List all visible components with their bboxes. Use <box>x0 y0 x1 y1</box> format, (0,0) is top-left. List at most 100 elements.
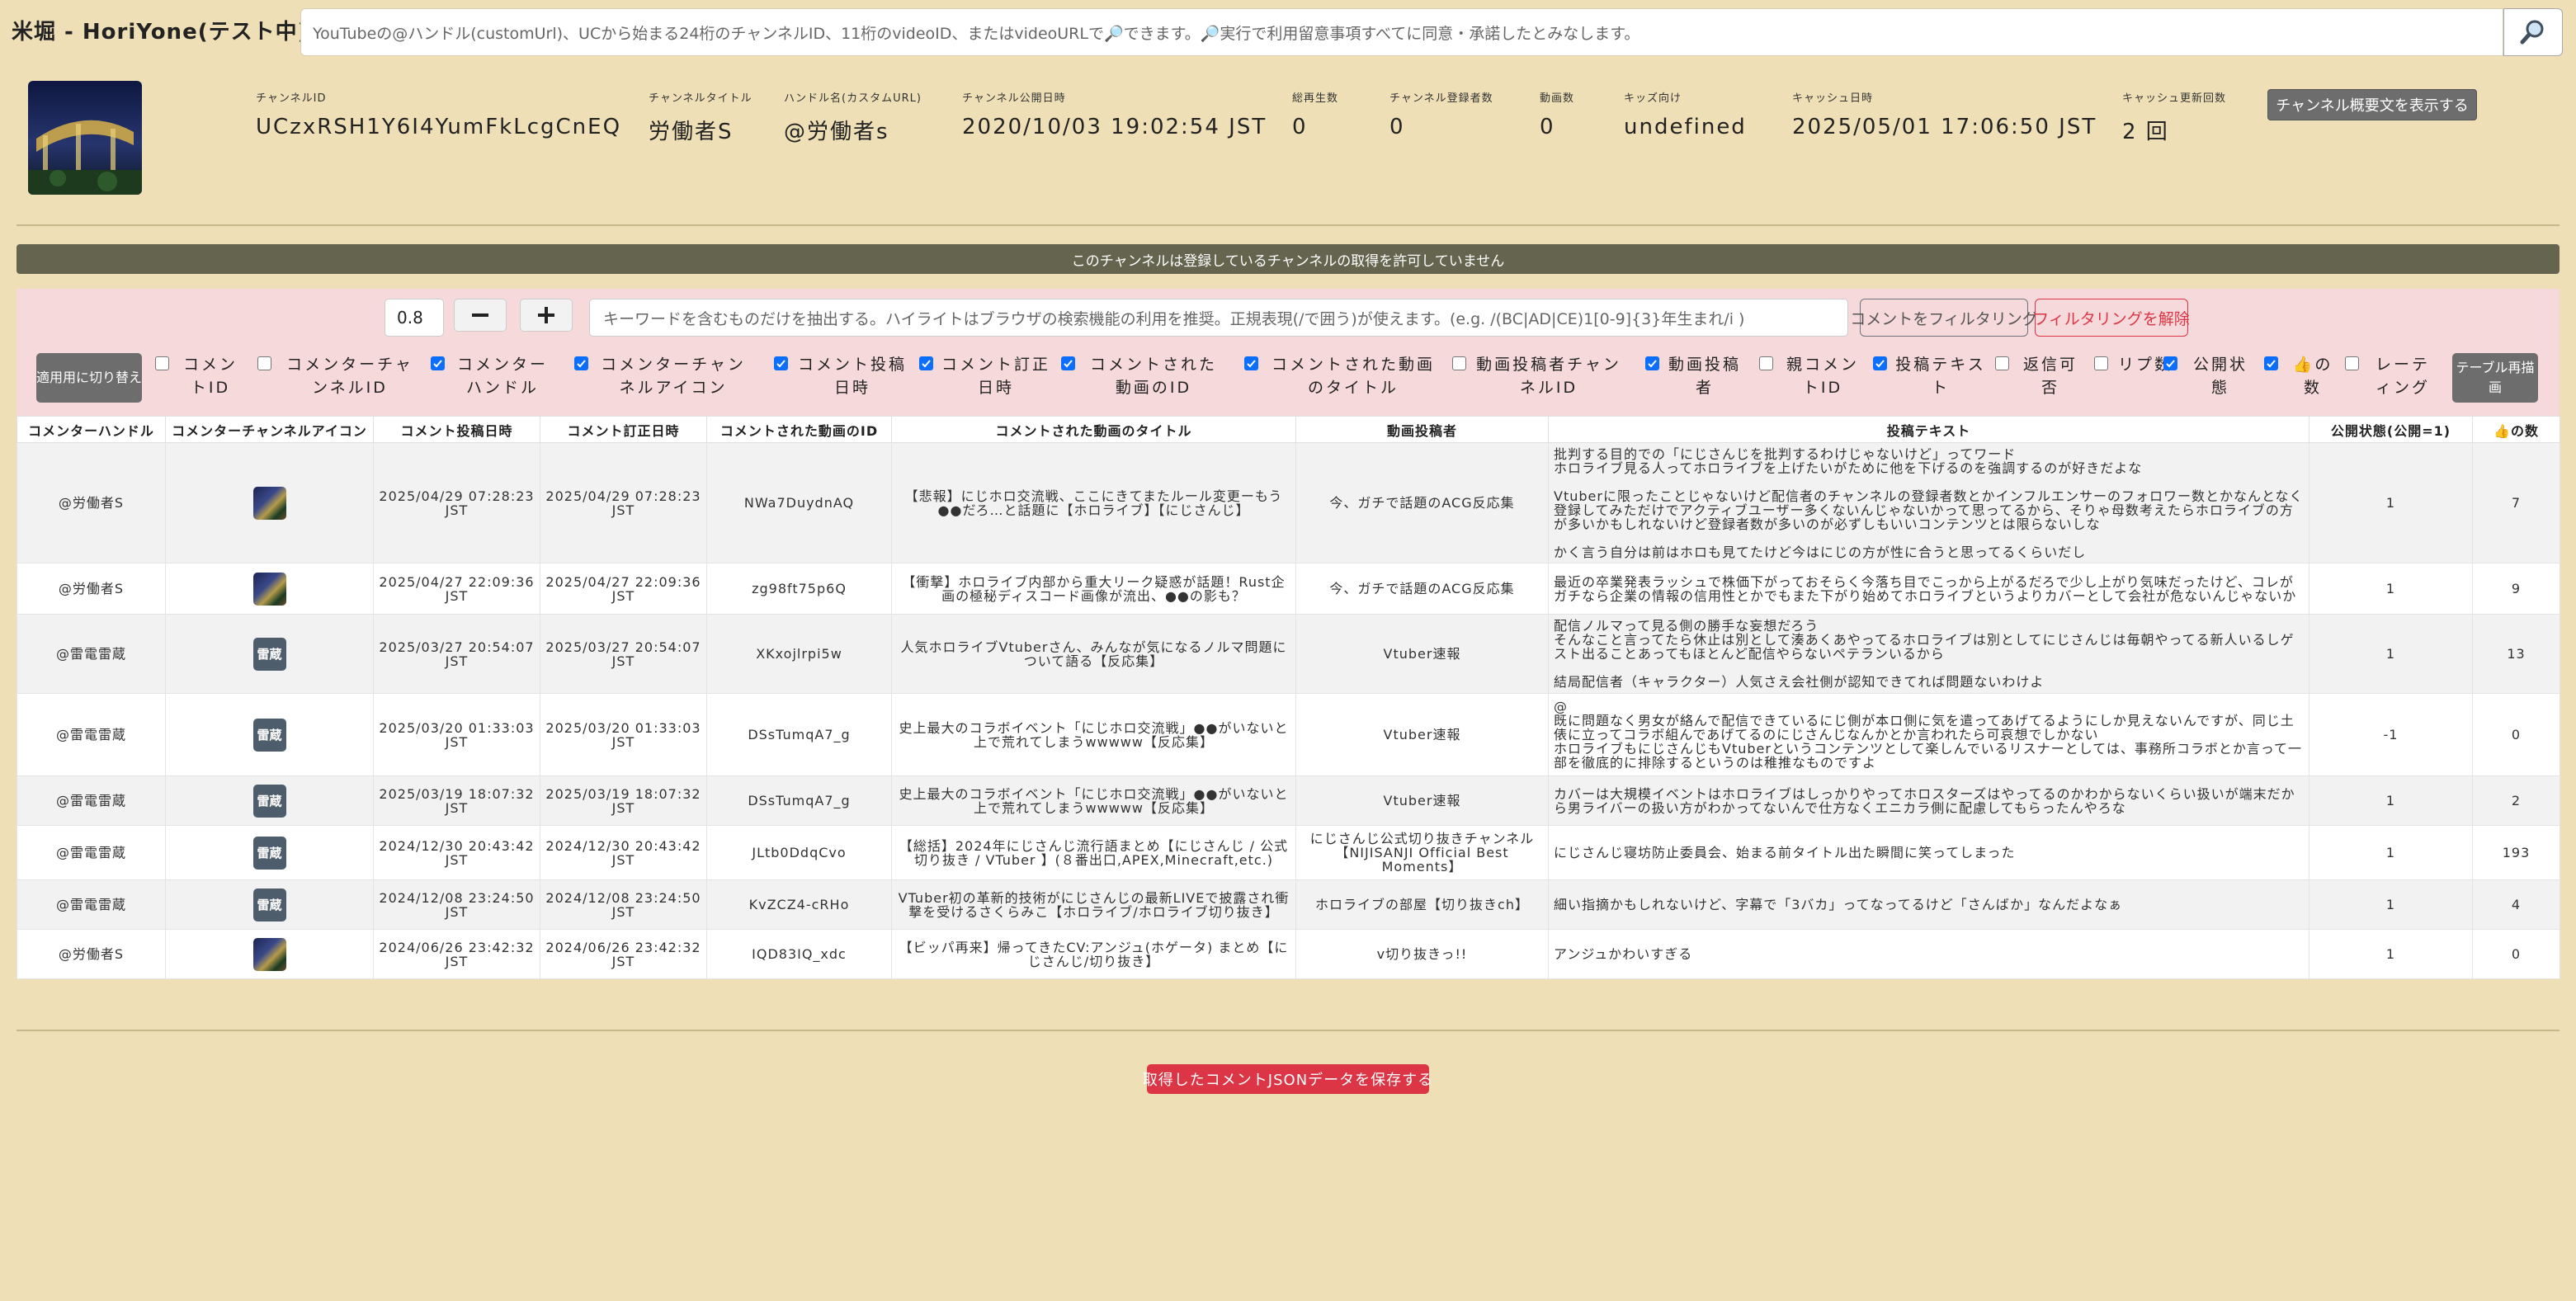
th-commenter-icon[interactable]: コメンターチャンネルアイコン <box>165 416 374 443</box>
checkbox-icon[interactable] <box>1995 356 2009 370</box>
cell-likes: 0 <box>2472 693 2560 776</box>
checkbox-checked-icon[interactable] <box>1873 356 1887 370</box>
toggle-public-status[interactable]: 公開状態 <box>2163 353 2262 403</box>
toggle-posted-at[interactable]: コメント投稿日時 <box>774 353 911 403</box>
cell-video-title: 【悲報】にじホロ交流戦、ここにきてまたルール変更ーもう●●だろ…と話題に【ホロラ… <box>891 442 1296 563</box>
cell-public: 1 <box>2309 614 2473 694</box>
checkbox-checked-icon[interactable] <box>919 356 933 370</box>
show-description-button[interactable]: チャンネル概要文を表示する <box>2267 89 2477 120</box>
th-commenter-handle[interactable]: コメンターハンドル <box>17 416 166 443</box>
cell-posted: 2025/04/29 07:28:23 JST <box>373 442 540 563</box>
commenter-avatar-icon: 雷蔵 <box>252 718 286 752</box>
toggle-post-text[interactable]: 投稿テキスト <box>1873 353 1989 403</box>
video-count-label: 動画数 <box>1540 92 1575 105</box>
cell-icon <box>165 929 374 979</box>
checkbox-checked-icon[interactable] <box>2264 356 2278 370</box>
toggle-uploader[interactable]: 動画投稿者 <box>1645 353 1744 403</box>
mobile-toggle-button[interactable]: 適用用に切り替え <box>36 353 142 403</box>
cell-likes: 0 <box>2472 929 2560 979</box>
zoom-decrease-button[interactable] <box>454 299 507 332</box>
checkbox-checked-icon[interactable] <box>774 356 788 370</box>
th-public-status[interactable]: 公開状態(公開=1) <box>2309 416 2473 443</box>
cache-date-label: キャッシュ日時 <box>1792 92 1874 105</box>
checkbox-checked-icon[interactable] <box>1645 356 1659 370</box>
cell-posted: 2025/03/20 01:33:03 JST <box>373 693 540 776</box>
checkbox-icon[interactable] <box>2345 356 2359 370</box>
checkbox-icon[interactable] <box>1452 356 1466 370</box>
cell-video-id[interactable]: KvZCZ4-cRHo <box>706 879 892 930</box>
toggle-uploader-channel-id[interactable]: 動画投稿者チャンネルID <box>1452 353 1625 403</box>
toggle-commenter-icon[interactable]: コメンターチャンネルアイコン <box>574 353 751 403</box>
handle-field: ハンドル名(カスタムURL) @労働者s <box>784 89 922 145</box>
th-likes[interactable]: 👍の数 <box>2472 416 2560 443</box>
toggle-label: コメンターハンドル <box>456 356 548 397</box>
channel-id-label: チャンネルID <box>256 92 327 105</box>
search-button[interactable] <box>2503 8 2563 56</box>
toggle-label: 親コメントID <box>1786 356 1859 397</box>
checkbox-checked-icon[interactable] <box>2163 356 2177 370</box>
th-video-id[interactable]: コメントされた動画のID <box>706 416 892 443</box>
cell-video-title: 人気ホロライブVtuberさん、みんなが気になるノルマ問題について語る【反応集】 <box>891 614 1296 694</box>
toggle-parent-comment-id[interactable]: 親コメントID <box>1759 353 1866 403</box>
th-posted-at[interactable]: コメント投稿日時 <box>373 416 540 443</box>
kids-value: undefined <box>1624 115 1747 139</box>
views-label: 総再生数 <box>1292 92 1339 105</box>
toggle-commenter-channel-id[interactable]: コメンターチャンネルID <box>257 353 422 403</box>
cell-likes: 13 <box>2472 614 2560 694</box>
checkbox-checked-icon[interactable] <box>1244 356 1258 370</box>
cell-video-id[interactable]: NWa7DuydnAQ <box>706 442 892 563</box>
checkbox-icon[interactable] <box>1759 356 1773 370</box>
cell-video-id[interactable]: IQD83IQ_xdc <box>706 929 892 979</box>
cell-video-id[interactable]: DSsTumqA7_g <box>706 693 892 776</box>
table-row: @雷電雷蔵 雷蔵 2025/03/27 20:54:07 JST 2025/03… <box>17 614 2560 694</box>
cell-uploader: Vtuber速報 <box>1295 693 1549 776</box>
save-json-button[interactable]: 取得したコメントJSONデータを保存する <box>1143 1064 1432 1094</box>
cell-public: 1 <box>2309 825 2473 880</box>
cell-video-id[interactable]: zg98ft75p6Q <box>706 563 892 615</box>
checkbox-checked-icon[interactable] <box>1061 356 1075 370</box>
zoom-input[interactable]: 0.8 <box>385 299 444 337</box>
cell-handle: @労働者S <box>17 442 166 563</box>
keyword-filter-input[interactable]: キーワードを含むものだけを抽出する。ハイライトはブラウザの検索機能の利用を推奨。… <box>589 299 1848 337</box>
toggle-likes[interactable]: 👍の数 <box>2264 353 2347 403</box>
cell-video-title: 【衝撃】ホロライブ内部から重大リーク疑惑が話題！Rust企画の極秘ディスコード画… <box>891 563 1296 615</box>
toggle-reply-allowed[interactable]: 返信可否 <box>1995 353 2088 403</box>
cell-video-id[interactable]: XKxojlrpi5w <box>706 614 892 694</box>
cell-public: -1 <box>2309 693 2473 776</box>
zoom-increase-button[interactable] <box>520 299 573 332</box>
checkbox-icon[interactable] <box>2094 356 2108 370</box>
cell-video-id[interactable]: JLtb0DdqCvo <box>706 825 892 880</box>
subscribers-field: チャンネル登録者数 0 <box>1389 89 1493 139</box>
cell-edited: 2024/12/08 23:24:50 JST <box>540 879 707 930</box>
th-post-text[interactable]: 投稿テキスト <box>1548 416 2309 443</box>
th-edited-at[interactable]: コメント訂正日時 <box>540 416 707 443</box>
cell-video-title: 【ビッパ再来】帰ってきたCV:アンジュ(ホゲータ) まとめ【にじさんじ/切り抜き… <box>891 929 1296 979</box>
cache-date-field: キャッシュ日時 2025/05/01 17:06:50 JST <box>1792 89 2097 139</box>
cell-video-title: 史上最大のコラボイベント「にじホロ交流戦」●●がいないと上で荒れてしまうwwww… <box>891 693 1296 776</box>
search-input[interactable]: YouTubeの@ハンドル(customUrl)、UCから始まる24桁のチャンネ… <box>300 8 2503 56</box>
channel-title-value: 労働者S <box>649 120 734 144</box>
cell-public: 1 <box>2309 929 2473 979</box>
toggle-comment-id[interactable]: コメントID <box>155 353 248 403</box>
checkbox-icon[interactable] <box>155 356 169 370</box>
toggle-edited-at[interactable]: コメント訂正日時 <box>919 353 1053 403</box>
redraw-table-button[interactable]: テーブル再描画 <box>2452 353 2538 403</box>
toggle-video-id[interactable]: コメントされた動画のID <box>1061 353 1226 403</box>
checkbox-checked-icon[interactable] <box>574 356 588 370</box>
toggle-commenter-handle[interactable]: コメンターハンドル <box>431 353 554 403</box>
cache-count-label: キャッシュ更新回数 <box>2122 92 2227 105</box>
th-video-title[interactable]: コメントされた動画のタイトル <box>891 416 1296 443</box>
cell-handle: @雷電雷蔵 <box>17 825 166 880</box>
th-uploader[interactable]: 動画投稿者 <box>1295 416 1549 443</box>
clear-filter-button[interactable]: フィルタリングを解除 <box>2033 299 2190 337</box>
cell-handle: @雷電雷蔵 <box>17 614 166 694</box>
toggle-rating[interactable]: レーティング <box>2345 353 2441 403</box>
checkbox-icon[interactable] <box>257 356 271 370</box>
checkbox-checked-icon[interactable] <box>431 356 445 370</box>
permission-notice: このチャンネルは登録しているチャンネルの取得を許可していません <box>17 244 2559 274</box>
toggle-video-title[interactable]: コメントされた動画のタイトル <box>1244 353 1442 403</box>
cell-uploader: にじさんじ公式切り抜きチャンネル【NIJISANJI Official Best… <box>1295 825 1549 880</box>
cell-video-id[interactable]: DSsTumqA7_g <box>706 775 892 826</box>
filter-comments-button[interactable]: コメントをフィルタリング <box>1850 299 2038 337</box>
cell-post-text: アンジュかわいすぎる <box>1548 929 2309 979</box>
